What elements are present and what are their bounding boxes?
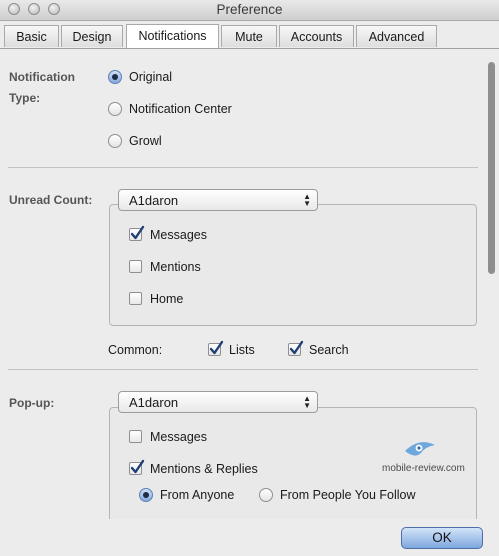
radio-notification-center-label: Notification Center	[129, 102, 232, 116]
radio-from-people-you-follow-label: From People You Follow	[280, 488, 416, 502]
ok-button[interactable]: OK	[401, 527, 483, 549]
unread-mentions-label: Mentions	[150, 260, 201, 274]
unread-count-label: Unread Count:	[9, 193, 93, 207]
unread-home-label: Home	[150, 292, 184, 306]
unread-mentions-checkbox[interactable]	[129, 260, 142, 273]
tab-design[interactable]: Design	[61, 25, 123, 47]
tab-notifications[interactable]: Notifications	[126, 24, 219, 48]
tab-bar: Basic Design Notifications Mute Accounts…	[0, 23, 499, 49]
popup-label: Pop-up:	[9, 396, 55, 410]
common-search-label: Search	[309, 343, 349, 357]
watermark-logo-icon	[405, 442, 435, 456]
radio-growl[interactable]	[108, 134, 122, 148]
common-lists-label: Lists	[229, 343, 255, 357]
watermark-text: mobile-review.com	[382, 463, 465, 474]
tab-basic[interactable]: Basic	[4, 25, 59, 47]
scrollbar-thumb[interactable]	[488, 62, 495, 274]
unread-account-select[interactable]: A1daron ▲ ▼	[118, 189, 318, 211]
unread-home-checkbox[interactable]	[129, 292, 142, 305]
unread-account-value: A1daron	[129, 193, 179, 208]
radio-from-anyone-label: From Anyone	[160, 488, 235, 502]
radio-notification-center[interactable]	[108, 102, 122, 116]
window-title: Preference	[216, 2, 283, 17]
divider	[8, 167, 478, 168]
divider	[8, 369, 478, 370]
common-label: Common:	[108, 343, 163, 357]
notification-type-label-line1: Notification	[9, 70, 75, 84]
notification-type-label-line2: Type:	[9, 91, 41, 105]
common-search-checkbox[interactable]	[288, 340, 304, 356]
radio-growl-label: Growl	[129, 134, 162, 148]
radio-from-anyone[interactable]	[139, 488, 153, 502]
unread-messages-checkbox[interactable]	[129, 225, 145, 241]
radio-from-people-you-follow[interactable]	[259, 488, 273, 502]
popup-mentions-replies-label: Mentions & Replies	[150, 462, 258, 476]
popup-messages-checkbox[interactable]	[129, 430, 142, 443]
popup-account-select[interactable]: A1daron ▲ ▼	[118, 391, 318, 413]
title-bar: Preference	[0, 0, 499, 21]
popup-account-value: A1daron	[129, 395, 179, 410]
select-arrows-icon: ▲ ▼	[303, 394, 311, 410]
select-arrows-icon: ▲ ▼	[303, 192, 311, 208]
tab-accounts[interactable]: Accounts	[279, 25, 354, 47]
unread-messages-label: Messages	[150, 228, 207, 242]
radio-original[interactable]	[108, 70, 122, 84]
popup-mentions-replies-checkbox[interactable]	[129, 459, 145, 475]
popup-messages-label: Messages	[150, 430, 207, 444]
tab-mute[interactable]: Mute	[221, 25, 277, 47]
radio-original-label: Original	[129, 70, 173, 84]
notifications-panel: Notification Type: Original Notification…	[0, 49, 499, 519]
tab-advanced[interactable]: Advanced	[356, 25, 437, 47]
common-lists-checkbox[interactable]	[208, 340, 224, 356]
